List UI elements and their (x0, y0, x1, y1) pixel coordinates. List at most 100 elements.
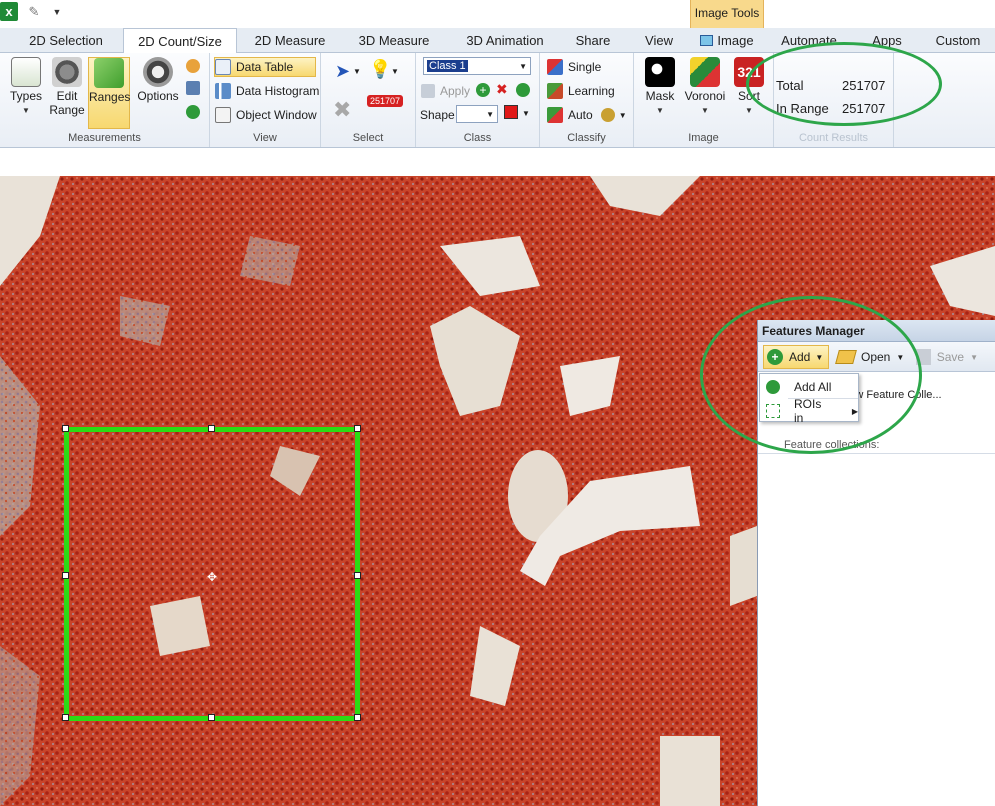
delete-icon[interactable]: ✖ (333, 97, 351, 123)
tab-2d-selection[interactable]: 2D Selection (18, 28, 114, 53)
tab-2d-count-size[interactable]: 2D Count/Size (123, 28, 237, 54)
roi-handle[interactable] (62, 425, 69, 432)
roi-handle[interactable] (354, 425, 361, 432)
group-label-image: Image (688, 132, 719, 144)
annotation-oval-count (746, 42, 942, 126)
mask-button[interactable]: Mask ▼ (639, 57, 681, 118)
data-table-button[interactable]: Data Table (214, 57, 316, 77)
class-select[interactable]: Class 1 ▼ (423, 57, 531, 75)
group-measurements: Types ▼ Edit Range Ranges Options Measure… (0, 53, 210, 147)
remove-class-icon[interactable]: ✖ (496, 81, 508, 98)
apply-icon (421, 84, 435, 98)
options-button[interactable]: Options (135, 57, 181, 103)
tab-share[interactable]: Share (568, 28, 618, 53)
group-select: ➤ ▼ 💡 ▼ ✖ 251707 Select (321, 53, 416, 147)
tab-2d-measure[interactable]: 2D Measure (244, 28, 336, 53)
group-label-view: View (253, 132, 277, 144)
refresh-icon[interactable] (186, 105, 200, 119)
apply-button[interactable]: Apply (421, 81, 470, 101)
quick-access-toolbar: x ✎ ▼ (0, 0, 995, 24)
edit-range-button[interactable]: Edit Range (46, 57, 88, 117)
tab-3d-measure[interactable]: 3D Measure (348, 28, 440, 53)
voronoi-button[interactable]: Voronoi ▼ (682, 57, 728, 118)
chevron-down-icon: ▼ (353, 67, 361, 76)
apply-label: Apply (440, 84, 471, 98)
edit-range-icon (52, 57, 82, 87)
export-icon[interactable] (186, 81, 200, 95)
lightbulb-icon[interactable]: 💡 (369, 59, 391, 80)
group-class: Class 1 ▼ Apply + ✖ Shape ▼ ▼ Class (416, 53, 540, 147)
ranges-icon (94, 58, 124, 88)
classify-auto-button[interactable]: Auto ▼ (547, 105, 627, 125)
canvas-top-margin (0, 148, 995, 176)
voronoi-icon (690, 57, 720, 87)
qat-dropdown-icon[interactable]: ▼ (50, 2, 64, 21)
types-icon (11, 57, 41, 87)
options-label: Options (137, 89, 179, 103)
tab-custom[interactable]: Custom (928, 28, 988, 53)
tab-3d-animation[interactable]: 3D Animation (456, 28, 554, 53)
chevron-down-icon: ▼ (391, 67, 399, 76)
table-icon (215, 59, 231, 75)
save-label: Save (936, 350, 965, 364)
excel-icon[interactable]: x (0, 2, 18, 21)
gear-icon (143, 57, 173, 87)
data-histogram-button[interactable]: Data Histogram (215, 81, 319, 101)
tab-image[interactable]: Image (690, 28, 764, 53)
pin-icon[interactable]: ✎ (24, 2, 44, 21)
roi-rectangle[interactable]: ✥ (62, 425, 361, 721)
tab-image-label: Image (717, 33, 754, 48)
classify-learning-button[interactable]: Learning (547, 81, 615, 101)
chevron-down-icon: ▼ (618, 110, 627, 120)
chevron-down-icon: ▼ (970, 352, 978, 362)
group-label-classify: Classify (567, 132, 606, 144)
roi-handle[interactable] (62, 572, 69, 579)
roi-handle[interactable] (354, 714, 361, 721)
roi-handle[interactable] (208, 714, 215, 721)
chevron-down-icon: ▼ (486, 109, 494, 119)
image-tab-icon (700, 35, 714, 46)
classify-single-label: Single (568, 60, 602, 74)
context-tab-image-tools: Image Tools (690, 0, 764, 28)
group-label-count-results: Count Results (798, 132, 869, 144)
histogram-icon (215, 83, 231, 99)
ranges-label: Ranges (89, 90, 131, 104)
classify-learning-label: Learning (568, 84, 615, 98)
chevron-down-icon: ▼ (656, 106, 664, 115)
object-window-button[interactable]: Object Window (215, 105, 317, 125)
ranges-button[interactable]: Ranges (88, 57, 130, 129)
save-button[interactable]: Save ▼ (916, 345, 978, 369)
small-tool-icon[interactable] (186, 59, 200, 73)
class-color-swatch[interactable] (504, 105, 518, 119)
shape-select[interactable]: ▼ (456, 105, 498, 123)
chevron-down-icon: ▼ (519, 61, 527, 71)
roi-handle[interactable] (354, 572, 361, 579)
classify-learning-icon (547, 83, 563, 99)
add-class-icon[interactable]: + (476, 83, 490, 97)
chevron-down-icon: ▼ (522, 109, 530, 118)
mask-icon (645, 57, 675, 87)
roi-handle[interactable] (208, 425, 215, 432)
edit-range-label: Edit Range (49, 89, 85, 117)
move-handle-icon[interactable]: ✥ (207, 570, 217, 584)
roi-handle[interactable] (62, 714, 69, 721)
tab-view[interactable]: View (638, 28, 680, 53)
classify-settings-icon[interactable] (600, 108, 615, 122)
cursor-icon[interactable]: ➤ (335, 61, 350, 82)
object-window-icon (215, 107, 231, 123)
group-view: Data Table Data Histogram Object Window … (210, 53, 321, 147)
shape-label: Shape (420, 108, 455, 122)
voronoi-label: Voronoi (684, 89, 726, 103)
types-button[interactable]: Types ▼ (5, 57, 47, 118)
types-label: Types (9, 89, 42, 103)
group-label-measurements: Measurements (68, 132, 141, 144)
refresh-class-icon[interactable] (516, 83, 530, 97)
group-label-select: Select (352, 132, 384, 144)
object-window-label: Object Window (236, 108, 317, 122)
chevron-down-icon: ▼ (701, 106, 709, 115)
annotation-oval-add (700, 296, 922, 454)
selected-count-badge[interactable]: 251707 (367, 95, 404, 107)
classify-auto-label: Auto (568, 108, 593, 122)
mask-label: Mask (645, 89, 675, 103)
classify-single-button[interactable]: Single (547, 57, 601, 77)
